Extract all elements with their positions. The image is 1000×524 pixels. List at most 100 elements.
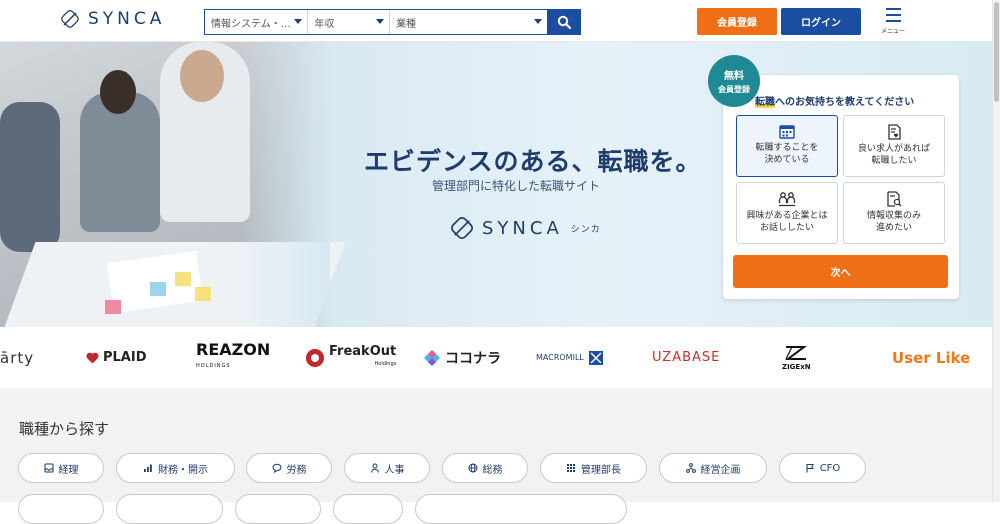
- bar-chart-icon: [144, 464, 152, 472]
- intent-option-info-gathering[interactable]: 情報収集のみ 進めたい: [843, 182, 945, 244]
- site-header: SYNCA 情報システム・… 年収 業種 会員登録 ログイン メニュー: [0, 0, 992, 42]
- search-button[interactable]: [547, 9, 581, 35]
- company-logo-macromill: MACROMILL: [536, 327, 604, 388]
- company-logo-text: REAZON: [196, 339, 271, 359]
- chip-label: CFO: [819, 462, 841, 474]
- person-icon: [370, 463, 379, 473]
- hero-subtitle: 管理部門に特化した転職サイト: [432, 179, 601, 193]
- job-type-select-value: 情報システム・…: [211, 18, 291, 30]
- intent-option-interested-company[interactable]: 興味がある企業とは お話ししたい: [736, 182, 838, 244]
- next-button[interactable]: 次へ: [733, 255, 948, 288]
- badge-line1: 無料: [724, 71, 744, 82]
- chip-label: 労務: [286, 464, 307, 476]
- option-line2: 進めたい: [875, 223, 912, 233]
- chip-label: 経理: [58, 464, 79, 476]
- synca-logo-icon: [451, 217, 473, 239]
- card-title-highlight: 転職: [755, 97, 775, 108]
- macromill-logo-icon: [588, 350, 603, 365]
- caret-down-icon: [376, 19, 385, 24]
- job-type-select[interactable]: 情報システム・…: [205, 10, 309, 34]
- chip-next-row[interactable]: [415, 494, 627, 524]
- chip-next-row[interactable]: [333, 494, 403, 524]
- chip-label: 経営企画: [700, 464, 741, 476]
- company-logo-text: ZIGExN: [782, 362, 811, 371]
- intent-option-decided[interactable]: 転職することを 決めている: [736, 115, 838, 177]
- option-line2: 決めている: [764, 155, 810, 165]
- search-bar: 情報システム・… 年収 業種: [204, 9, 581, 35]
- company-logo-subtext: HOLDINGS: [196, 362, 231, 369]
- freakout-logo-icon: [306, 348, 324, 367]
- chip-admin-manager[interactable]: 管理部長: [540, 453, 647, 483]
- income-select[interactable]: 年収: [308, 10, 391, 34]
- chip-next-row[interactable]: [18, 494, 104, 524]
- company-logo-reazon: REAZON HOLDINGS: [196, 327, 270, 388]
- badge-line2: 会員登録: [718, 85, 750, 94]
- zigexn-logo-icon: [785, 345, 808, 360]
- calendar-icon: [779, 125, 795, 139]
- card-title: 転職へのお気持ちを教えてください: [755, 93, 914, 108]
- caret-down-icon: [294, 19, 303, 24]
- option-line2: 転職したい: [871, 156, 917, 166]
- chat-bubble-icon: [271, 463, 282, 473]
- industry-select[interactable]: 業種: [390, 10, 547, 34]
- caret-down-icon: [534, 19, 543, 24]
- inbox-icon: [43, 463, 54, 473]
- hero-logo: SYNCA シンカ: [450, 216, 601, 240]
- building-icon: [567, 464, 575, 472]
- company-logo-text: UZABASE: [652, 350, 721, 365]
- coconala-logo-icon: [424, 349, 440, 366]
- industry-select-value: 業種: [396, 18, 417, 30]
- chip-labor[interactable]: 労務: [246, 453, 332, 483]
- company-logo-userlike: User Like: [892, 327, 970, 388]
- company-logo-text: ārty: [0, 348, 35, 367]
- career-intent-card: 転職へのお気持ちを教えてください 転職することを 決めている 良い求人があれば …: [723, 75, 959, 299]
- chip-label: 総務: [482, 464, 503, 476]
- company-logo-zigexn: ZIGExN: [782, 327, 811, 388]
- chip-cfo[interactable]: CFO: [779, 453, 866, 483]
- company-logo-text: MACROMILL: [536, 353, 584, 362]
- chip-label: 管理部長: [581, 464, 621, 476]
- org-chart-icon: [685, 463, 696, 473]
- globe-icon: [468, 463, 477, 473]
- option-line1: 転職することを: [755, 143, 819, 153]
- hero-logo-kana: シンカ: [570, 224, 601, 235]
- company-logo-text: ココナラ: [445, 350, 501, 367]
- chip-hr[interactable]: 人事: [344, 453, 430, 483]
- company-logo-subtext: Holdings: [374, 360, 397, 367]
- intent-option-good-offer[interactable]: 良い求人があれば 転職したい: [843, 115, 945, 177]
- chip-general-affairs[interactable]: 総務: [442, 453, 528, 483]
- chip-label: 人事: [384, 464, 405, 476]
- chip-corporate-planning[interactable]: 経営企画: [659, 453, 767, 483]
- menu-button[interactable]: メニュー: [878, 8, 908, 35]
- menu-label: メニュー: [880, 28, 905, 35]
- option-line1: 情報収集のみ: [866, 211, 921, 221]
- document-heart-icon: [888, 124, 901, 140]
- flag-icon: [806, 464, 814, 473]
- hero-logo-text: SYNCA: [482, 217, 563, 239]
- job-category-section: 職種から探す 経理 財務・開示 労務 人事 総務 管理部長 経営企画 CFO: [0, 388, 992, 524]
- chip-accounting[interactable]: 経理: [18, 453, 104, 483]
- people-icon: [778, 192, 796, 207]
- company-logo-strip: ārty PLAID REAZON HOLDINGS FreakOut Hold…: [0, 327, 992, 388]
- section-title: 職種から探す: [19, 420, 110, 438]
- chip-next-row[interactable]: [235, 494, 321, 524]
- chip-finance[interactable]: 財務・開示: [116, 453, 235, 483]
- company-logo-uzabase: UZABASE: [652, 327, 720, 388]
- company-logo-text: PLAID: [103, 350, 147, 365]
- card-title-rest: へのお気持ちを教えてください: [775, 97, 915, 108]
- hero-title: エビデンスのある、転職を。: [364, 147, 702, 176]
- company-logo-text: User Like: [892, 348, 971, 367]
- site-logo[interactable]: SYNCA: [60, 9, 165, 29]
- company-logo-text: FreakOut: [329, 343, 397, 359]
- document-search-icon: [887, 191, 902, 207]
- company-logo-coconala: ココナラ: [423, 327, 501, 388]
- login-button[interactable]: ログイン: [781, 8, 861, 35]
- option-line2: お話ししたい: [759, 223, 814, 233]
- option-line1: 興味がある企業とは: [746, 211, 828, 221]
- synca-logo-icon: [61, 10, 79, 28]
- free-register-badge[interactable]: 無料 会員登録: [708, 55, 760, 107]
- register-button[interactable]: 会員登録: [697, 8, 777, 35]
- page-scrollbar[interactable]: [992, 0, 1000, 502]
- scrollbar-thumb[interactable]: [994, 2, 999, 102]
- chip-next-row[interactable]: [116, 494, 223, 524]
